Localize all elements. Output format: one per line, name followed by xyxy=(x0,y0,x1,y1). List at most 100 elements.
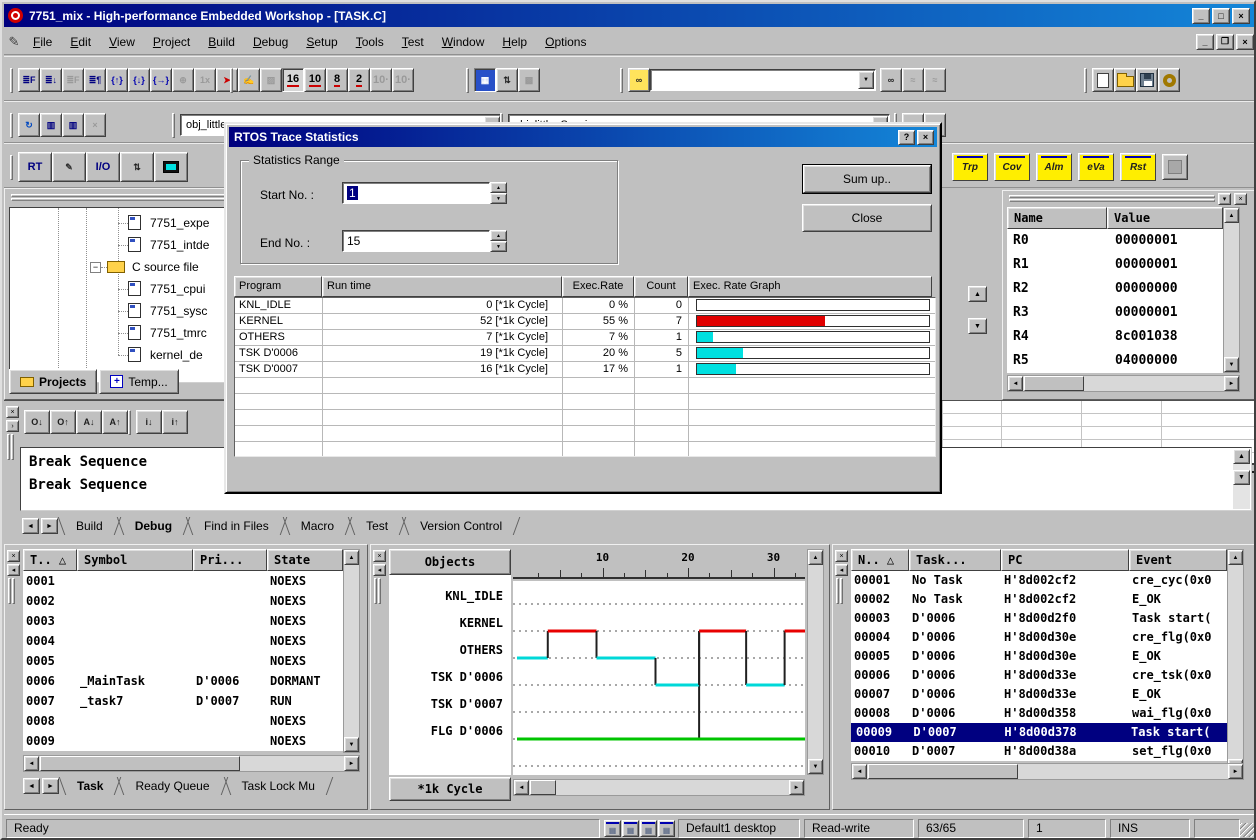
radix-dec-button[interactable]: 10 xyxy=(304,68,326,92)
timeline-vscroll[interactable]: ▲▼ xyxy=(807,549,824,775)
event-hscroll[interactable]: ◄► xyxy=(851,763,1244,780)
template-icon[interactable]: ▩ xyxy=(518,68,540,92)
rt-window-icon[interactable]: RT xyxy=(18,152,52,182)
open-file-icon[interactable] xyxy=(1114,68,1136,92)
step-unit-icon[interactable]: 1x xyxy=(194,68,216,92)
event-row[interactable]: 00004D'0006H'8d00d30ecre_flg(0x0 xyxy=(851,628,1227,647)
trp-button[interactable]: Trp xyxy=(952,153,988,181)
scroll-up-icon[interactable]: ▲ xyxy=(1228,550,1243,565)
tab-scroll-right[interactable]: ► xyxy=(42,778,59,794)
pane-gripper[interactable]: ×◂ xyxy=(7,550,22,607)
pane-close-icon[interactable]: × xyxy=(7,550,20,562)
column-header[interactable]: Pri... xyxy=(193,549,267,571)
scroll-down-icon[interactable]: ▼ xyxy=(968,318,987,334)
mdi-restore-button[interactable]: ❐ xyxy=(1216,34,1234,50)
status-icon-1[interactable]: ▦ xyxy=(604,820,621,837)
register-collapse-icon[interactable]: ▾ xyxy=(1218,193,1231,205)
memo-window-icon[interactable]: ✎ xyxy=(52,152,86,182)
event-row[interactable]: 00009D'0007H'8d00d378Task start( xyxy=(851,723,1227,742)
scroll-right-icon[interactable]: ► xyxy=(1224,376,1239,391)
output-tab-macro[interactable]: Macro xyxy=(285,517,350,535)
tab-scroll-right[interactable]: ► xyxy=(41,518,58,534)
radix-hex-button[interactable]: 16 xyxy=(282,68,304,92)
event-row[interactable]: 00005D'0006H'8d00d30eE_OK xyxy=(851,647,1227,666)
find-next-icon[interactable]: ∞ xyxy=(880,68,902,92)
column-header[interactable]: Task... xyxy=(909,549,1001,571)
scroll-up-icon[interactable]: ▲ xyxy=(1224,208,1239,223)
register-gripper[interactable] xyxy=(1007,194,1217,203)
object-label[interactable]: FLG D'0006 xyxy=(389,724,511,751)
start-no-spinner[interactable]: ▲▼ xyxy=(490,182,507,204)
table-row[interactable]: OTHERS7 [*1k Cycle]7 %1 xyxy=(235,330,935,346)
mdi-close-button[interactable]: × xyxy=(1236,34,1254,50)
scroll-right-icon[interactable]: ► xyxy=(344,756,359,771)
sort-task-asc-icon[interactable]: i↑ xyxy=(162,410,188,434)
tree-folder-item[interactable]: −C source file xyxy=(10,256,226,278)
task-row[interactable]: 0002NOEXS xyxy=(23,591,343,611)
scroll-up-icon[interactable]: ▲ xyxy=(344,550,359,565)
column-header[interactable]: Exec.Rate xyxy=(562,276,634,297)
menu-edit[interactable]: Edit xyxy=(61,30,100,54)
output-tab-build[interactable]: Build xyxy=(60,517,119,535)
find-word-icon[interactable]: ≈ xyxy=(902,68,924,92)
find-in-files-icon[interactable]: ∞ xyxy=(628,68,650,92)
dialog-help-button[interactable]: ? xyxy=(898,130,915,145)
save-file-icon[interactable] xyxy=(1136,68,1158,92)
pane-close-icon[interactable]: × xyxy=(835,550,848,562)
status-icon-2[interactable]: ▦ xyxy=(622,820,639,837)
event-row[interactable]: 00003D'0006H'8d00d2f0Task start( xyxy=(851,609,1227,628)
toolbar-handle[interactable] xyxy=(1084,68,1087,93)
task-row[interactable]: 0003NOEXS xyxy=(23,611,343,631)
menu-window[interactable]: Window xyxy=(433,30,494,54)
scroll-up-icon[interactable]: ▲ xyxy=(1233,449,1250,464)
table-row[interactable]: KERNEL52 [*1k Cycle]55 %7 xyxy=(235,314,935,330)
memory-lock-icon[interactable]: ▨ xyxy=(260,68,282,92)
column-header[interactable]: Run time xyxy=(322,276,562,297)
column-header[interactable]: Program xyxy=(234,276,322,297)
timeline-hscroll[interactable]: ◄► xyxy=(513,779,805,796)
toolbar-handle[interactable] xyxy=(230,68,233,93)
column-header[interactable]: Symbol xyxy=(77,549,193,571)
stop-build-icon[interactable]: × xyxy=(84,113,106,137)
output-scrollbar[interactable]: ▲ ▼ xyxy=(1233,449,1250,509)
scroll-left-icon[interactable]: ◄ xyxy=(514,780,529,795)
go-to-cursor-icon[interactable]: ≣F xyxy=(62,68,84,92)
object-label[interactable]: KNL_IDLE xyxy=(389,589,511,616)
scroll-right-icon[interactable]: ► xyxy=(789,780,804,795)
toolbar-handle[interactable] xyxy=(466,68,469,93)
tab-scroll-left[interactable]: ◄ xyxy=(22,518,39,534)
toolbar-handle[interactable] xyxy=(10,155,13,180)
tree-collapse-icon[interactable]: − xyxy=(90,262,101,273)
reset-go-icon[interactable]: ≣↓ xyxy=(40,68,62,92)
menu-help[interactable]: Help xyxy=(493,30,536,54)
output-expand-icon[interactable]: › xyxy=(6,420,19,432)
scroll-right-icon[interactable]: ► xyxy=(1228,764,1243,779)
blank-button[interactable] xyxy=(1162,154,1188,180)
workspace-tab-temp[interactable]: +Temp... xyxy=(99,369,178,394)
object-label[interactable]: OTHERS xyxy=(389,643,511,670)
print-icon[interactable] xyxy=(1158,68,1180,92)
column-header[interactable]: Event xyxy=(1129,549,1227,571)
task-hscroll[interactable]: ◄► xyxy=(23,755,360,772)
panel-gripper[interactable] xyxy=(9,193,227,202)
scroll-left-icon[interactable]: ◄ xyxy=(852,764,867,779)
tree-file-item[interactable]: 7751_intde xyxy=(10,234,226,256)
sort-task-desc-icon[interactable]: i↓ xyxy=(136,410,162,434)
task-tab-ready-queue[interactable]: Ready Queue xyxy=(119,777,225,795)
pane-gripper[interactable]: ×◂ xyxy=(835,550,850,607)
spin-up-icon[interactable]: ▲ xyxy=(490,230,507,241)
task-tab-task-lock-mu[interactable]: Task Lock Mu xyxy=(226,777,331,795)
event-vscroll[interactable]: ▲▼ xyxy=(1227,549,1244,775)
menu-debug[interactable]: Debug xyxy=(244,30,297,54)
event-row[interactable]: 00001No TaskH'8d002cf2cre_cyc(0x0 xyxy=(851,571,1227,590)
radix-exp2-icon[interactable]: 10· xyxy=(392,68,414,92)
build-file-icon[interactable]: ▥ xyxy=(40,113,62,137)
sort-alpha-asc-icon[interactable]: A↑ xyxy=(102,410,128,434)
scroll-left-icon[interactable]: ◄ xyxy=(24,756,39,771)
rtos-view-icon[interactable]: ▦ xyxy=(474,68,496,92)
scroll-thumb[interactable] xyxy=(40,756,240,771)
radix-bin-button[interactable]: 2 xyxy=(348,68,370,92)
event-row[interactable]: 00010D'0007H'8d00d38aset_flg(0x0 xyxy=(851,742,1227,761)
workspace-tab-projects[interactable]: Projects xyxy=(9,369,97,394)
event-row[interactable]: 00008D'0006H'8d00d358wai_flg(0x0 xyxy=(851,704,1227,723)
